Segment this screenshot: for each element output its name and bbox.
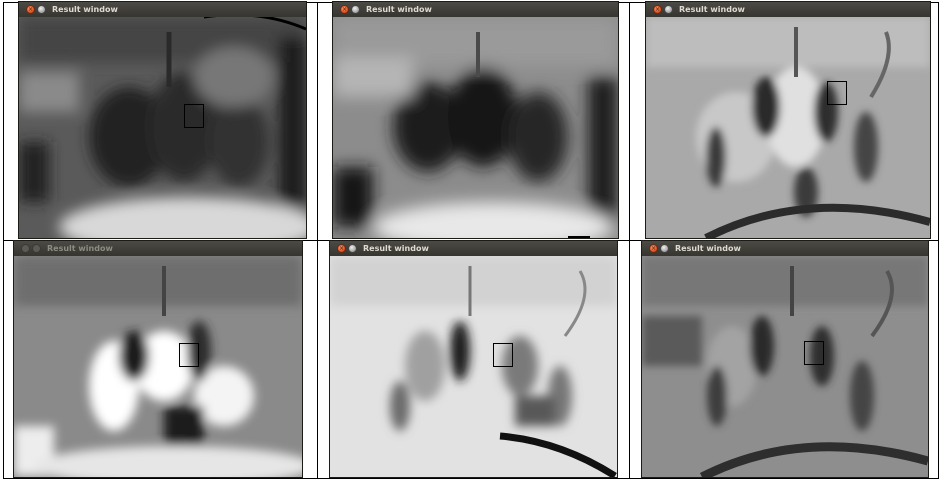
roi-rectangle [179, 343, 199, 367]
result-image [642, 256, 928, 477]
result-window-4[interactable]: Result window [14, 241, 302, 477]
result-window-1[interactable]: × Result window [19, 2, 306, 238]
close-icon[interactable] [21, 244, 30, 253]
roi-rectangle [184, 104, 204, 128]
roi-rectangle [493, 343, 513, 367]
result-image [330, 256, 617, 477]
result-image [14, 256, 302, 477]
close-icon[interactable]: × [649, 244, 658, 253]
result-image [19, 17, 306, 238]
window-titlebar[interactable]: × Result window [646, 2, 930, 17]
window-titlebar[interactable]: × Result window [330, 241, 617, 256]
result-image [646, 17, 930, 238]
roi-rectangle [827, 81, 847, 105]
window-title: Result window [366, 5, 432, 14]
window-title: Result window [363, 244, 429, 253]
window-titlebar[interactable]: × Result window [333, 2, 618, 17]
window-titlebar[interactable]: × Result window [19, 2, 306, 17]
window-titlebar[interactable]: × Result window [642, 241, 928, 256]
window-title: Result window [675, 244, 741, 253]
result-window-2[interactable]: × Result window [333, 2, 618, 238]
roi-rectangle [804, 341, 824, 365]
minimize-icon[interactable] [37, 5, 46, 14]
window-title: Result window [52, 5, 118, 14]
result-window-6[interactable]: × Result window [642, 241, 928, 477]
window-title: Result window [47, 244, 113, 253]
minimize-icon[interactable] [32, 244, 41, 253]
close-icon[interactable]: × [653, 5, 662, 14]
window-titlebar[interactable]: Result window [14, 241, 302, 256]
close-icon[interactable]: × [337, 244, 346, 253]
window-title: Result window [679, 5, 745, 14]
result-window-5[interactable]: × Result window [330, 241, 617, 477]
close-icon[interactable]: × [26, 5, 35, 14]
minimize-icon[interactable] [664, 5, 673, 14]
minimize-icon[interactable] [660, 244, 669, 253]
close-icon[interactable]: × [340, 5, 349, 14]
minimize-icon[interactable] [351, 5, 360, 14]
result-window-3[interactable]: × Result window [646, 2, 930, 238]
result-image [333, 17, 618, 238]
minimize-icon[interactable] [348, 244, 357, 253]
